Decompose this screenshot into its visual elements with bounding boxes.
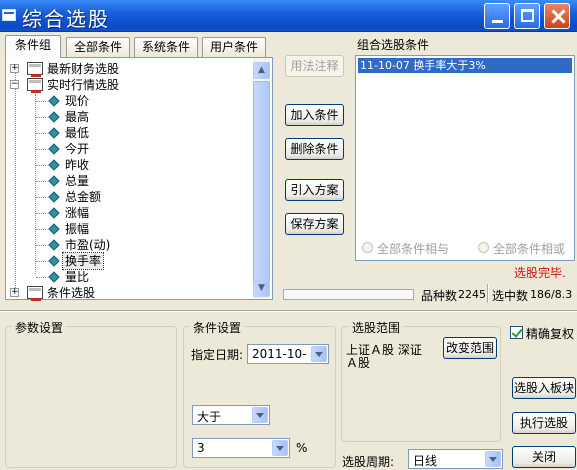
- collapse-icon[interactable]: −: [10, 80, 19, 89]
- minimize-button[interactable]: [484, 3, 510, 29]
- diamond-icon: [48, 191, 60, 203]
- diamond-icon: [48, 223, 60, 235]
- tree-group-label: 最新财务选股: [47, 62, 120, 76]
- precise-adjust-checkbox[interactable]: [510, 326, 523, 339]
- diamond-icon: [48, 159, 60, 171]
- or-radio-label: 全部条件相或: [493, 242, 566, 256]
- and-radio-label: 全部条件相与: [377, 242, 450, 256]
- dropdown-arrow-icon[interactable]: [252, 407, 268, 423]
- param-settings-group: [5, 326, 177, 468]
- diamond-icon: [48, 239, 60, 251]
- condition-settings-label: 条件设置: [190, 319, 245, 336]
- condition-tree[interactable]: + 最新财务选股 − 实时行情选股 现价 最高 最低 今开 昨收 总量 总金额 …: [5, 57, 273, 301]
- app-icon: [2, 9, 16, 21]
- diamond-icon: [48, 255, 60, 267]
- diamond-icon: [48, 175, 60, 187]
- count-label: 品种数: [421, 289, 458, 303]
- title-bar[interactable]: 综合选股: [0, 0, 577, 32]
- expand-icon[interactable]: +: [10, 64, 19, 73]
- close-button[interactable]: 关闭: [512, 446, 576, 468]
- diamond-icon: [48, 127, 60, 139]
- import-plan-button[interactable]: 引入方案: [285, 179, 344, 201]
- and-radio[interactable]: [362, 242, 373, 253]
- folder-icon: [27, 78, 43, 93]
- expand-icon[interactable]: +: [10, 288, 19, 297]
- folder-icon: [27, 286, 43, 301]
- tab-system-conditions[interactable]: 系统条件: [134, 37, 198, 57]
- minimize-icon: [492, 20, 503, 23]
- scroll-up-icon[interactable]: ▲: [253, 62, 270, 79]
- tree-item-prev-close[interactable]: 昨收: [36, 157, 216, 173]
- diamond-icon: [48, 143, 60, 155]
- condition-list-item[interactable]: 11-10-07 换手率大于3%: [358, 58, 572, 73]
- tree-item-price[interactable]: 现价: [36, 93, 216, 109]
- tree-item-pe[interactable]: 市盈(动): [36, 237, 216, 253]
- tab-condition-group[interactable]: 条件组: [5, 35, 61, 58]
- dropdown-arrow-icon[interactable]: [311, 346, 327, 362]
- delete-condition-button[interactable]: 删除条件: [285, 138, 344, 160]
- precise-adjust-label: 精确复权: [526, 327, 575, 341]
- tab-all-conditions[interactable]: 全部条件: [66, 37, 130, 57]
- maximize-button[interactable]: [514, 3, 540, 29]
- scroll-thumb[interactable]: [253, 81, 270, 289]
- usage-note-button[interactable]: 用法注释: [285, 55, 344, 77]
- tree-item-open[interactable]: 今开: [36, 141, 216, 157]
- tree-item-low[interactable]: 最低: [36, 125, 216, 141]
- save-plan-button[interactable]: 保存方案: [285, 213, 344, 235]
- param-settings-label: 参数设置: [12, 319, 67, 336]
- close-window-button[interactable]: [544, 3, 570, 29]
- change-range-button[interactable]: 改变范围: [443, 337, 497, 359]
- selected-item-label: 换手率: [61, 252, 105, 270]
- window-title: 综合选股: [22, 7, 110, 31]
- selected-count-value: 186/8.3: [530, 288, 573, 301]
- condition-list-label: 组合选股条件: [357, 38, 430, 52]
- tree-group-label: 实时行情选股: [47, 78, 120, 92]
- range-text-line2: Ａ股: [346, 356, 371, 370]
- date-label: 指定日期:: [191, 348, 244, 362]
- unit-label: %: [296, 441, 308, 455]
- dropdown-arrow-icon[interactable]: [272, 440, 288, 456]
- date-picker[interactable]: 2011-10-: [247, 344, 329, 364]
- dropdown-arrow-icon[interactable]: [485, 451, 501, 467]
- tree-item-amplitude[interactable]: 振幅: [36, 221, 216, 237]
- status-message: 选股完毕.: [514, 266, 566, 280]
- tree-item-turnover[interactable]: 换手率: [36, 252, 216, 270]
- tree-group-label: 条件选股: [47, 286, 96, 300]
- diamond-icon: [48, 271, 60, 283]
- tree-item-volume-ratio[interactable]: 量比: [36, 269, 216, 285]
- or-radio[interactable]: [478, 242, 489, 253]
- value-select[interactable]: 3: [192, 438, 290, 458]
- count-value: 2245: [458, 288, 486, 301]
- range-label: 选股范围: [349, 319, 404, 336]
- tree-item-volume[interactable]: 总量: [36, 173, 216, 189]
- progress-bar: [283, 289, 414, 300]
- execute-selection-button[interactable]: 执行选股: [512, 412, 576, 434]
- diamond-icon: [48, 95, 60, 107]
- tree-scrollbar[interactable]: ▲ ▼: [253, 58, 270, 299]
- tree-item-change[interactable]: 涨幅: [36, 205, 216, 221]
- diamond-icon: [48, 207, 60, 219]
- period-label: 选股周期:: [342, 455, 395, 469]
- tab-user-conditions[interactable]: 用户条件: [202, 37, 266, 57]
- condition-list[interactable]: 11-10-07 换手率大于3%: [355, 55, 575, 261]
- diamond-icon: [48, 111, 60, 123]
- maximize-icon: [521, 9, 534, 22]
- tree-item-high[interactable]: 最高: [36, 109, 216, 125]
- tree-item-amount[interactable]: 总金额: [36, 189, 216, 205]
- scroll-down-icon[interactable]: ▼: [253, 280, 270, 297]
- period-select[interactable]: 日线: [408, 449, 503, 469]
- folder-icon: [27, 62, 43, 77]
- add-condition-button[interactable]: 加入条件: [285, 104, 344, 126]
- operator-select[interactable]: 大于: [192, 405, 270, 425]
- selected-count-label: 选中数: [492, 289, 529, 303]
- add-to-block-button[interactable]: 选股入板块: [512, 377, 576, 399]
